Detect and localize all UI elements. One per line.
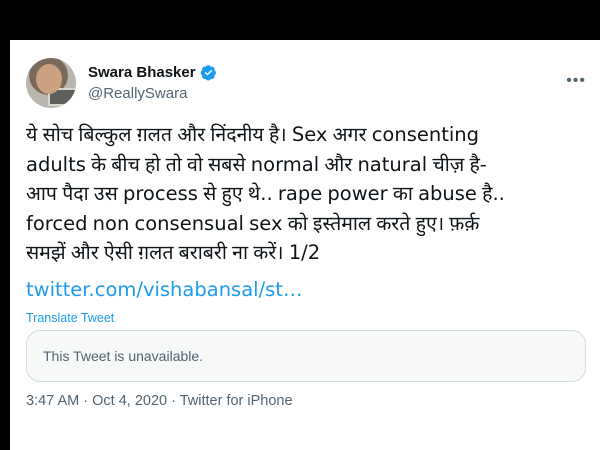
tweet-text-line: समझें और ऐसी ग़लत बराबरी ना करें। 1/2 [26,241,321,264]
unavailable-message: This Tweet is unavailable. [43,348,204,364]
tweet-card: Swara Bhasker @ReallySwara ••• ये सोच बि… [10,40,600,450]
author-name-line: Swara Bhasker [88,64,217,81]
tweet-text: ये सोच बिल्कुल ग़लत और निंदनीय है। Sex अ… [26,120,591,268]
tweet-text-line: adults के बीच हो तो वो सबसे normal और na… [26,152,487,176]
tweet-date[interactable]: Oct 4, 2020 [92,393,167,409]
translate-tweet-link[interactable]: Translate Tweet [26,311,114,325]
verified-badge-icon [200,65,216,81]
tweet-text-line: ये सोच बिल्कुल ग़लत और निंदनीय है। Sex अ… [26,123,480,146]
tweet-time[interactable]: 3:47 AM [26,393,79,409]
tweet-metadata: 3:47 AM · Oct 4, 2020 · Twitter for iPho… [26,393,293,409]
avatar[interactable] [26,58,76,108]
tweet-text-line: आप पैदा उस process से हुए थे.. rape powe… [26,182,505,205]
author-handle[interactable]: @ReallySwara [88,85,187,102]
separator: · [83,393,89,409]
tweet-source[interactable]: Twitter for iPhone [180,393,293,409]
quoted-tweet-unavailable: This Tweet is unavailable. [26,330,586,382]
more-horizontal-icon[interactable]: ••• [566,72,586,90]
avatar-face [36,64,62,94]
tweet-link[interactable]: twitter.com/vishabansal/st… [26,278,302,301]
tweet-text-line: forced non consensual sex को इस्तेमाल कर… [26,211,480,235]
tweet-header: Swara Bhasker @ReallySwara ••• [26,58,586,110]
author-display-name[interactable]: Swara Bhasker [88,64,196,81]
separator: · [171,393,176,409]
